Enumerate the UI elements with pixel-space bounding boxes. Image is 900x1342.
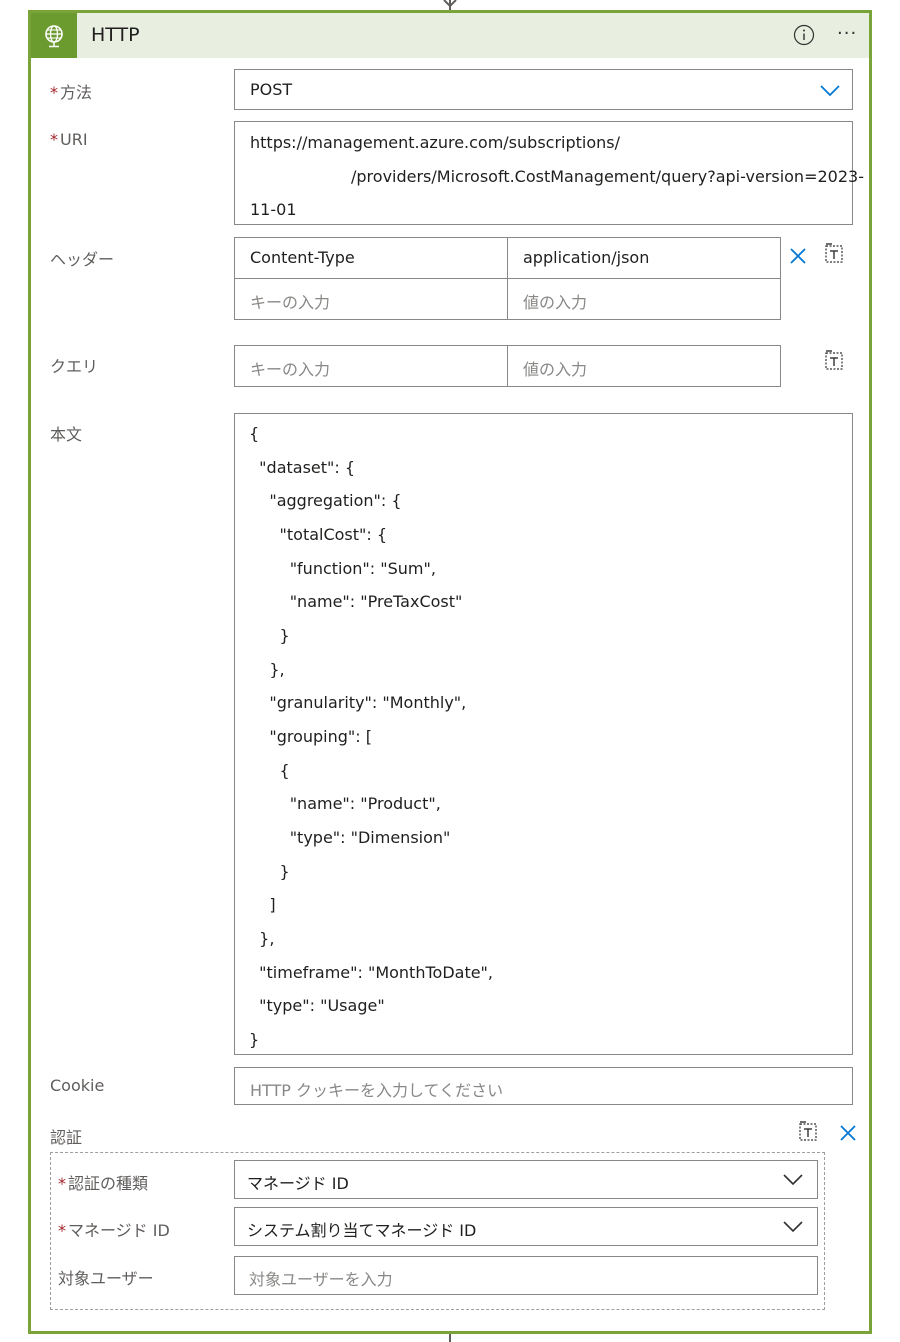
- header-value-placeholder: 値の入力: [523, 293, 588, 312]
- header-key-input[interactable]: Content-Type: [234, 237, 508, 279]
- method-label: * 方法: [50, 83, 93, 102]
- cookie-label: Cookie: [50, 1076, 105, 1095]
- remove-auth-icon[interactable]: [838, 1123, 858, 1143]
- body-editor[interactable]: { "dataset": { "aggregation": { "totalCo…: [234, 413, 853, 1055]
- audience-label: 対象ユーザー: [58, 1269, 154, 1288]
- chevron-down-icon: [783, 1221, 803, 1233]
- header-key-input-empty[interactable]: キーの入力: [234, 278, 508, 320]
- method-value: POST: [250, 80, 293, 99]
- query-value-input[interactable]: 値の入力: [507, 345, 781, 387]
- body-line: "name": "PreTaxCost": [249, 592, 463, 611]
- header-key-placeholder: キーの入力: [250, 293, 331, 312]
- body-line: "type": "Dimension": [249, 828, 451, 847]
- http-action-card: HTTP ··· * 方法 POST * URI https://managemen…: [28, 10, 872, 1334]
- header-value-value: application/json: [523, 248, 650, 267]
- uri-input[interactable]: https://management.azure.com/subscriptio…: [234, 121, 864, 225]
- body-label: 本文: [50, 425, 83, 444]
- header-key-value: Content-Type: [250, 248, 355, 267]
- header-value-input-empty[interactable]: 値の入力: [507, 278, 781, 320]
- body-line: "totalCost": {: [249, 525, 388, 544]
- connector-arrow-icon: [443, 0, 457, 8]
- card-header[interactable]: HTTP ···: [31, 13, 869, 58]
- body-line: {: [249, 424, 260, 443]
- more-options-icon[interactable]: ···: [837, 23, 857, 44]
- header-value-input[interactable]: application/json: [507, 237, 781, 279]
- body-line: "grouping": [: [249, 727, 372, 746]
- audience-placeholder: 対象ユーザーを入力: [249, 1270, 393, 1289]
- query-key-placeholder: キーの入力: [250, 360, 331, 379]
- body-line: {: [249, 761, 290, 780]
- cookie-placeholder: HTTP クッキーを入力してください: [250, 1081, 504, 1100]
- body-line: ]: [249, 895, 276, 914]
- body-line: "granularity": "Monthly",: [249, 693, 467, 712]
- body-line: "dataset": {: [249, 458, 356, 477]
- query-value-placeholder: 値の入力: [523, 360, 588, 379]
- auth-type-value: マネージド ID: [247, 1174, 349, 1193]
- body-line: }: [249, 862, 290, 881]
- method-select[interactable]: POST: [234, 69, 853, 110]
- action-title: HTTP: [91, 24, 140, 46]
- uri-line: /providers/Microsoft.CostManagement/quer…: [351, 167, 864, 186]
- delete-row-icon[interactable]: [788, 246, 808, 266]
- auth-label: 認証: [50, 1128, 83, 1147]
- cookie-input[interactable]: HTTP クッキーを入力してください: [234, 1067, 853, 1105]
- query-label: クエリ: [50, 357, 99, 376]
- body-line: "function": "Sum",: [249, 559, 436, 578]
- chevron-down-icon: [820, 85, 840, 97]
- chevron-down-icon: [783, 1174, 803, 1186]
- body-line: },: [249, 660, 285, 679]
- globe-icon: [31, 13, 77, 58]
- body-line: "name": "Product",: [249, 794, 441, 813]
- body-line: "type": "Usage": [249, 996, 385, 1015]
- uri-label: * URI: [50, 130, 88, 149]
- headers-label: ヘッダー: [50, 250, 115, 269]
- body-line: }: [249, 1030, 260, 1049]
- uri-line: https://management.azure.com/subscriptio…: [250, 133, 620, 152]
- body-line: "timeframe": "MonthToDate",: [249, 963, 493, 982]
- managed-id-label: * マネージド ID: [58, 1221, 170, 1240]
- body-line: "aggregation": {: [249, 491, 402, 510]
- auth-type-select[interactable]: マネージド ID: [234, 1160, 818, 1199]
- uri-line: 11-01: [250, 200, 297, 219]
- managed-id-value: システム割り当てマネージド ID: [247, 1221, 477, 1240]
- switch-to-text-mode-icon[interactable]: [823, 350, 845, 372]
- query-key-input[interactable]: キーの入力: [234, 345, 508, 387]
- body-line: }: [249, 626, 290, 645]
- managed-id-select[interactable]: システム割り当てマネージド ID: [234, 1207, 818, 1246]
- auth-type-label: * 認証の種類: [58, 1174, 149, 1193]
- audience-input[interactable]: 対象ユーザーを入力: [234, 1256, 818, 1295]
- switch-to-text-mode-icon[interactable]: [797, 1121, 819, 1143]
- info-icon[interactable]: [793, 24, 815, 46]
- switch-to-text-mode-icon[interactable]: [823, 243, 845, 265]
- body-line: },: [249, 929, 275, 948]
